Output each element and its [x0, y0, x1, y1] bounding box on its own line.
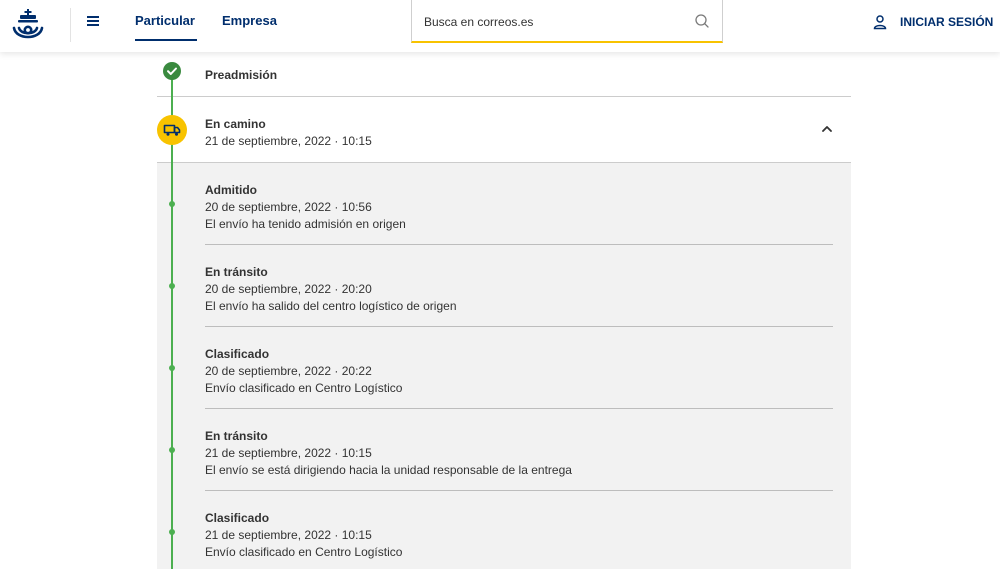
- stage-title: Preadmisión: [205, 68, 278, 82]
- user-icon: [873, 15, 887, 30]
- list-item: Clasificado 21 de septiembre, 2022 · 10:…: [157, 491, 851, 573]
- event-date: 20 de septiembre, 2022 · 20:22: [205, 364, 372, 378]
- event-title: En tránsito: [205, 265, 268, 279]
- stage-preadmision: Preadmisión: [157, 52, 851, 97]
- timeline-dot: [169, 447, 175, 453]
- events-list: Admitido 20 de septiembre, 2022 · 10:56 …: [157, 163, 851, 569]
- event-description: Envío clasificado en Centro Logístico: [205, 545, 403, 559]
- event-date: 21 de septiembre, 2022 · 10:15: [205, 446, 372, 460]
- event-title: Admitido: [205, 183, 257, 197]
- list-item: En tránsito 21 de septiembre, 2022 · 10:…: [157, 409, 851, 491]
- timeline-dot: [169, 283, 175, 289]
- timeline-dot: [169, 529, 175, 535]
- event-title: En tránsito: [205, 429, 268, 443]
- list-item: En tránsito 20 de septiembre, 2022 · 20:…: [157, 245, 851, 327]
- login-button[interactable]: INICIAR SESIÓN: [872, 12, 993, 32]
- event-title: Clasificado: [205, 347, 270, 361]
- event-description: Envío clasificado en Centro Logístico: [205, 381, 403, 395]
- event-description: El envío ha salido del centro logístico …: [205, 299, 457, 313]
- search-icon[interactable]: [694, 13, 710, 29]
- event-description: El envío se está dirigiendo hacia la uni…: [205, 463, 572, 477]
- header-divider: [70, 8, 71, 42]
- top-header: Particular Empresa INICIAR SESIÓN: [0, 0, 1000, 52]
- timeline-dot: [169, 201, 175, 207]
- search-box[interactable]: [411, 0, 723, 43]
- stage-en-camino[interactable]: En camino 21 de septiembre, 2022 · 10:15: [157, 97, 851, 163]
- menu-icon[interactable]: [84, 12, 104, 32]
- chevron-up-icon[interactable]: [821, 124, 833, 134]
- login-label: INICIAR SESIÓN: [900, 15, 994, 29]
- event-date: 20 de septiembre, 2022 · 20:20: [205, 282, 372, 296]
- correos-logo[interactable]: [8, 6, 48, 46]
- list-item: Admitido 20 de septiembre, 2022 · 10:56 …: [157, 163, 851, 245]
- stage-date: 21 de septiembre, 2022 · 10:15: [205, 134, 372, 148]
- nav-empresa[interactable]: Empresa: [222, 13, 277, 28]
- timeline-line: [171, 72, 173, 569]
- check-icon: [163, 62, 181, 80]
- nav-active-underline: [135, 39, 197, 41]
- event-date: 20 de septiembre, 2022 · 10:56: [205, 200, 372, 214]
- event-date: 21 de septiembre, 2022 · 10:15: [205, 528, 372, 542]
- nav-particular[interactable]: Particular: [135, 13, 195, 28]
- event-description: El envío ha tenido admisión en origen: [205, 217, 406, 231]
- event-title: Clasificado: [205, 511, 270, 525]
- search-input[interactable]: [424, 12, 684, 32]
- list-item: Clasificado 20 de septiembre, 2022 · 20:…: [157, 327, 851, 409]
- stage-title: En camino: [205, 117, 266, 131]
- truck-icon: [157, 115, 187, 145]
- timeline-dot: [169, 365, 175, 371]
